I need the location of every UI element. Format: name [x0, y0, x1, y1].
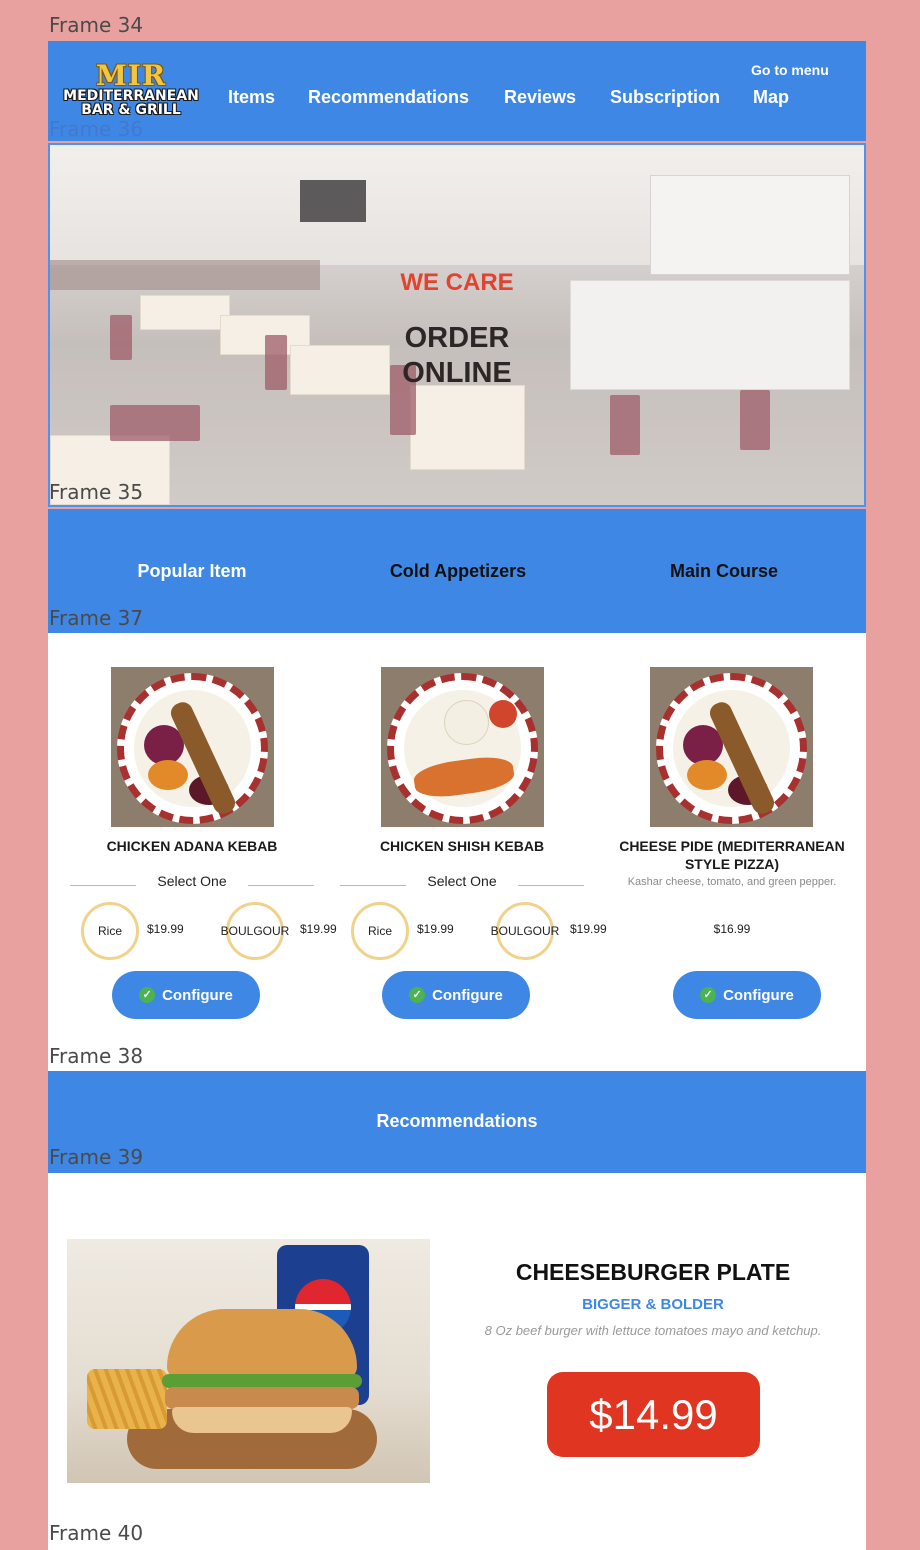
item-price: $16.99: [713, 922, 751, 936]
frame-label: Frame 34: [49, 13, 144, 37]
hero-banner: WE CARE ORDER ONLINE: [48, 143, 866, 507]
top-nav-bar: MIR MEDITERRANEAN BAR & GRILL Items Reco…: [48, 41, 866, 141]
frame-label: Frame 40: [49, 1521, 144, 1545]
recommendations-header-bar: Recommendations: [48, 1071, 866, 1173]
popular-items-grid: CHICKEN ADANA KEBAB Select One Rice $19.…: [48, 633, 866, 1071]
configure-button[interactable]: ✓ Configure: [673, 971, 821, 1019]
hero-title-line-1: ORDER: [404, 322, 510, 354]
item-photo[interactable]: [111, 667, 274, 827]
category-bar: Popular Item Cold Appetizers Main Course: [48, 509, 866, 635]
item-photo[interactable]: [650, 667, 813, 827]
frame-label: Frame 35: [49, 480, 144, 504]
hero-title: ORDER ONLINE: [50, 321, 864, 391]
featured-item-photo[interactable]: [67, 1239, 430, 1483]
divider: [518, 885, 584, 886]
item-name: CHEESE PIDE (MEDITERRANEAN STYLE PIZZA): [619, 838, 845, 872]
frame-label: Frame 36: [49, 117, 144, 141]
brand-logo[interactable]: MIR MEDITERRANEAN BAR & GRILL: [56, 59, 206, 118]
option-price: $19.99: [147, 922, 184, 936]
select-one-label: Select One: [157, 873, 227, 889]
item-photo[interactable]: [381, 667, 544, 827]
recommendations-title: Recommendations: [376, 1111, 538, 1131]
menu-item-card: CHICKEN SHISH KEBAB Select One Rice $19.…: [326, 633, 607, 1071]
check-icon: ✓: [700, 987, 717, 1003]
featured-item-description: 8 Oz beef burger with lettuce tomatoes m…: [484, 1323, 822, 1338]
go-to-menu-link[interactable]: Go to menu: [751, 62, 829, 78]
logo-wordmark: MIR: [95, 59, 167, 92]
item-description: Kashar cheese, tomato, and green pepper.: [627, 876, 837, 888]
frame-label: Frame 37: [49, 606, 144, 630]
option-boulgour[interactable]: BOULGOUR: [491, 902, 559, 960]
menu-item-card: CHEESE PIDE (MEDITERRANEAN STYLE PIZZA) …: [596, 633, 868, 1071]
item-name: CHICKEN ADANA KEBAB: [106, 838, 278, 854]
configure-label: Configure: [162, 986, 233, 1004]
plate-graphic: [117, 673, 268, 824]
featured-recommendation: CHEESEBURGER PLATE BIGGER & BOLDER 8 Oz …: [48, 1173, 866, 1550]
frame-label: Frame 38: [49, 1044, 144, 1068]
hero-kicker: WE CARE: [400, 269, 514, 296]
logo-tagline-2: BAR & GRILL: [81, 102, 181, 118]
check-icon: ✓: [139, 987, 156, 1003]
featured-item-name: CHEESEBURGER PLATE: [515, 1259, 791, 1285]
featured-item-tagline: BIGGER & BOLDER: [582, 1296, 724, 1313]
nav-link-recommendations[interactable]: Recommendations: [308, 87, 469, 108]
divider: [248, 885, 314, 886]
check-icon: ✓: [409, 987, 426, 1003]
category-tab-cold-appetizers[interactable]: Cold Appetizers: [328, 561, 588, 582]
configure-button[interactable]: ✓ Configure: [112, 971, 260, 1019]
nav-link-items[interactable]: Items: [228, 87, 275, 108]
frame-label: Frame 39: [49, 1145, 144, 1169]
plate-graphic: [656, 673, 807, 824]
item-name: CHICKEN SHISH KEBAB: [379, 838, 545, 854]
logo-tagline-1: MEDITERRANEAN: [63, 88, 199, 104]
nav-link-map[interactable]: Map: [753, 87, 789, 108]
option-boulgour[interactable]: BOULGOUR: [221, 902, 289, 960]
configure-label: Configure: [723, 986, 794, 1004]
configure-label: Configure: [432, 986, 503, 1004]
option-price: $19.99: [417, 922, 454, 936]
menu-item-card: CHICKEN ADANA KEBAB Select One Rice $19.…: [56, 633, 337, 1071]
hero-title-line-2: ONLINE: [402, 357, 512, 389]
configure-button[interactable]: ✓ Configure: [382, 971, 530, 1019]
select-one-label: Select One: [427, 873, 497, 889]
nav-link-reviews[interactable]: Reviews: [504, 87, 576, 108]
option-rice[interactable]: Rice: [351, 902, 409, 960]
option-rice[interactable]: Rice: [81, 902, 139, 960]
plate-graphic: [387, 673, 538, 824]
category-tab-popular-item[interactable]: Popular Item: [62, 561, 322, 582]
nav-link-subscription[interactable]: Subscription: [610, 87, 720, 108]
featured-price-button[interactable]: $14.99: [547, 1372, 760, 1457]
category-tab-main-course[interactable]: Main Course: [594, 561, 854, 582]
